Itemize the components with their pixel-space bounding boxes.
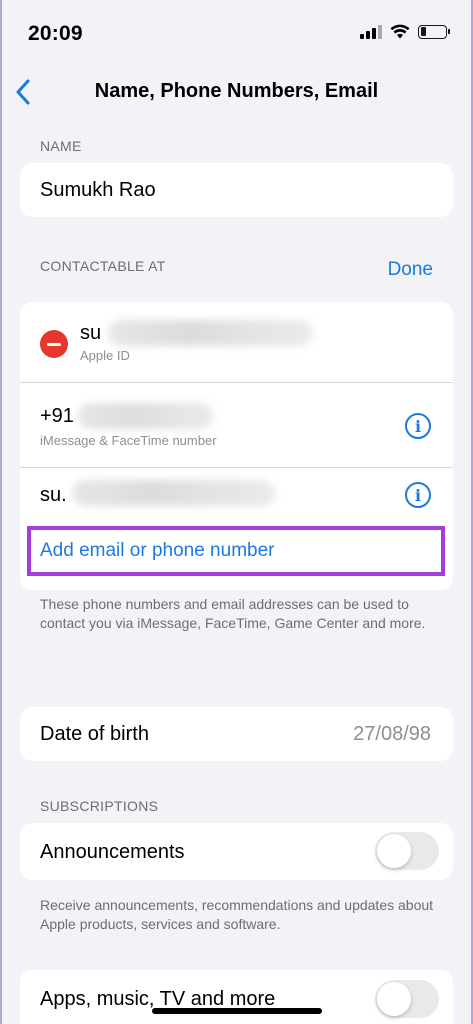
- subscriptions-section-header: SUBSCRIPTIONS: [40, 798, 159, 814]
- date-of-birth-value: 27/08/98: [353, 723, 431, 745]
- announcements-toggle[interactable]: [375, 832, 439, 870]
- status-time: 20:09: [28, 22, 83, 45]
- status-bar: 20:09: [0, 0, 473, 60]
- wifi-icon: [390, 24, 410, 39]
- contact-subtitle: Apple ID: [80, 348, 130, 363]
- minus-circle-icon[interactable]: [40, 330, 68, 358]
- date-of-birth-label: Date of birth: [40, 723, 149, 745]
- add-email-or-phone-button[interactable]: Add email or phone number: [40, 540, 274, 562]
- redacted-text: [108, 320, 313, 346]
- date-of-birth-row[interactable]: Date of birth 27/08/98: [20, 707, 453, 761]
- contact-subtitle: iMessage & FaceTime number: [40, 433, 217, 448]
- contact-value: su.: [40, 484, 67, 506]
- info-circle-icon[interactable]: i: [405, 482, 431, 508]
- page-title: Name, Phone Numbers, Email: [94, 80, 379, 102]
- contact-row-apple-id[interactable]: su Apple ID: [20, 302, 453, 382]
- contact-value: su: [80, 322, 102, 344]
- apps-music-tv-row: Apps, music, TV and more: [20, 970, 453, 1024]
- contactable-section-header: CONTACTABLE AT: [40, 258, 166, 274]
- name-card[interactable]: Sumukh Rao: [20, 163, 453, 217]
- name-value: Sumukh Rao: [40, 179, 156, 201]
- contact-value: +91: [40, 405, 74, 427]
- apps-music-tv-toggle[interactable]: [375, 980, 439, 1018]
- redacted-text: [78, 403, 213, 429]
- contact-row-phone[interactable]: +91 iMessage & FaceTime number i: [20, 383, 453, 467]
- name-section-header: NAME: [40, 138, 82, 154]
- subscriptions-footnote: Receive announcements, recommendations a…: [40, 897, 434, 932]
- status-icons: [360, 24, 450, 39]
- home-indicator: [152, 1008, 322, 1014]
- battery-icon: [418, 24, 450, 39]
- announcements-row: Announcements: [20, 823, 453, 880]
- contactable-footnote: These phone numbers and email addresses …: [40, 596, 426, 631]
- contact-row-email[interactable]: su. i: [20, 468, 453, 524]
- announcements-label: Announcements: [40, 841, 185, 863]
- done-button[interactable]: Done: [388, 259, 433, 281]
- navigation-bar: Name, Phone Numbers, Email: [0, 72, 473, 112]
- cellular-signal-icon: [360, 24, 382, 39]
- frame-edge-left: [0, 0, 2, 1024]
- redacted-text: [72, 480, 275, 506]
- info-circle-icon[interactable]: i: [405, 413, 431, 439]
